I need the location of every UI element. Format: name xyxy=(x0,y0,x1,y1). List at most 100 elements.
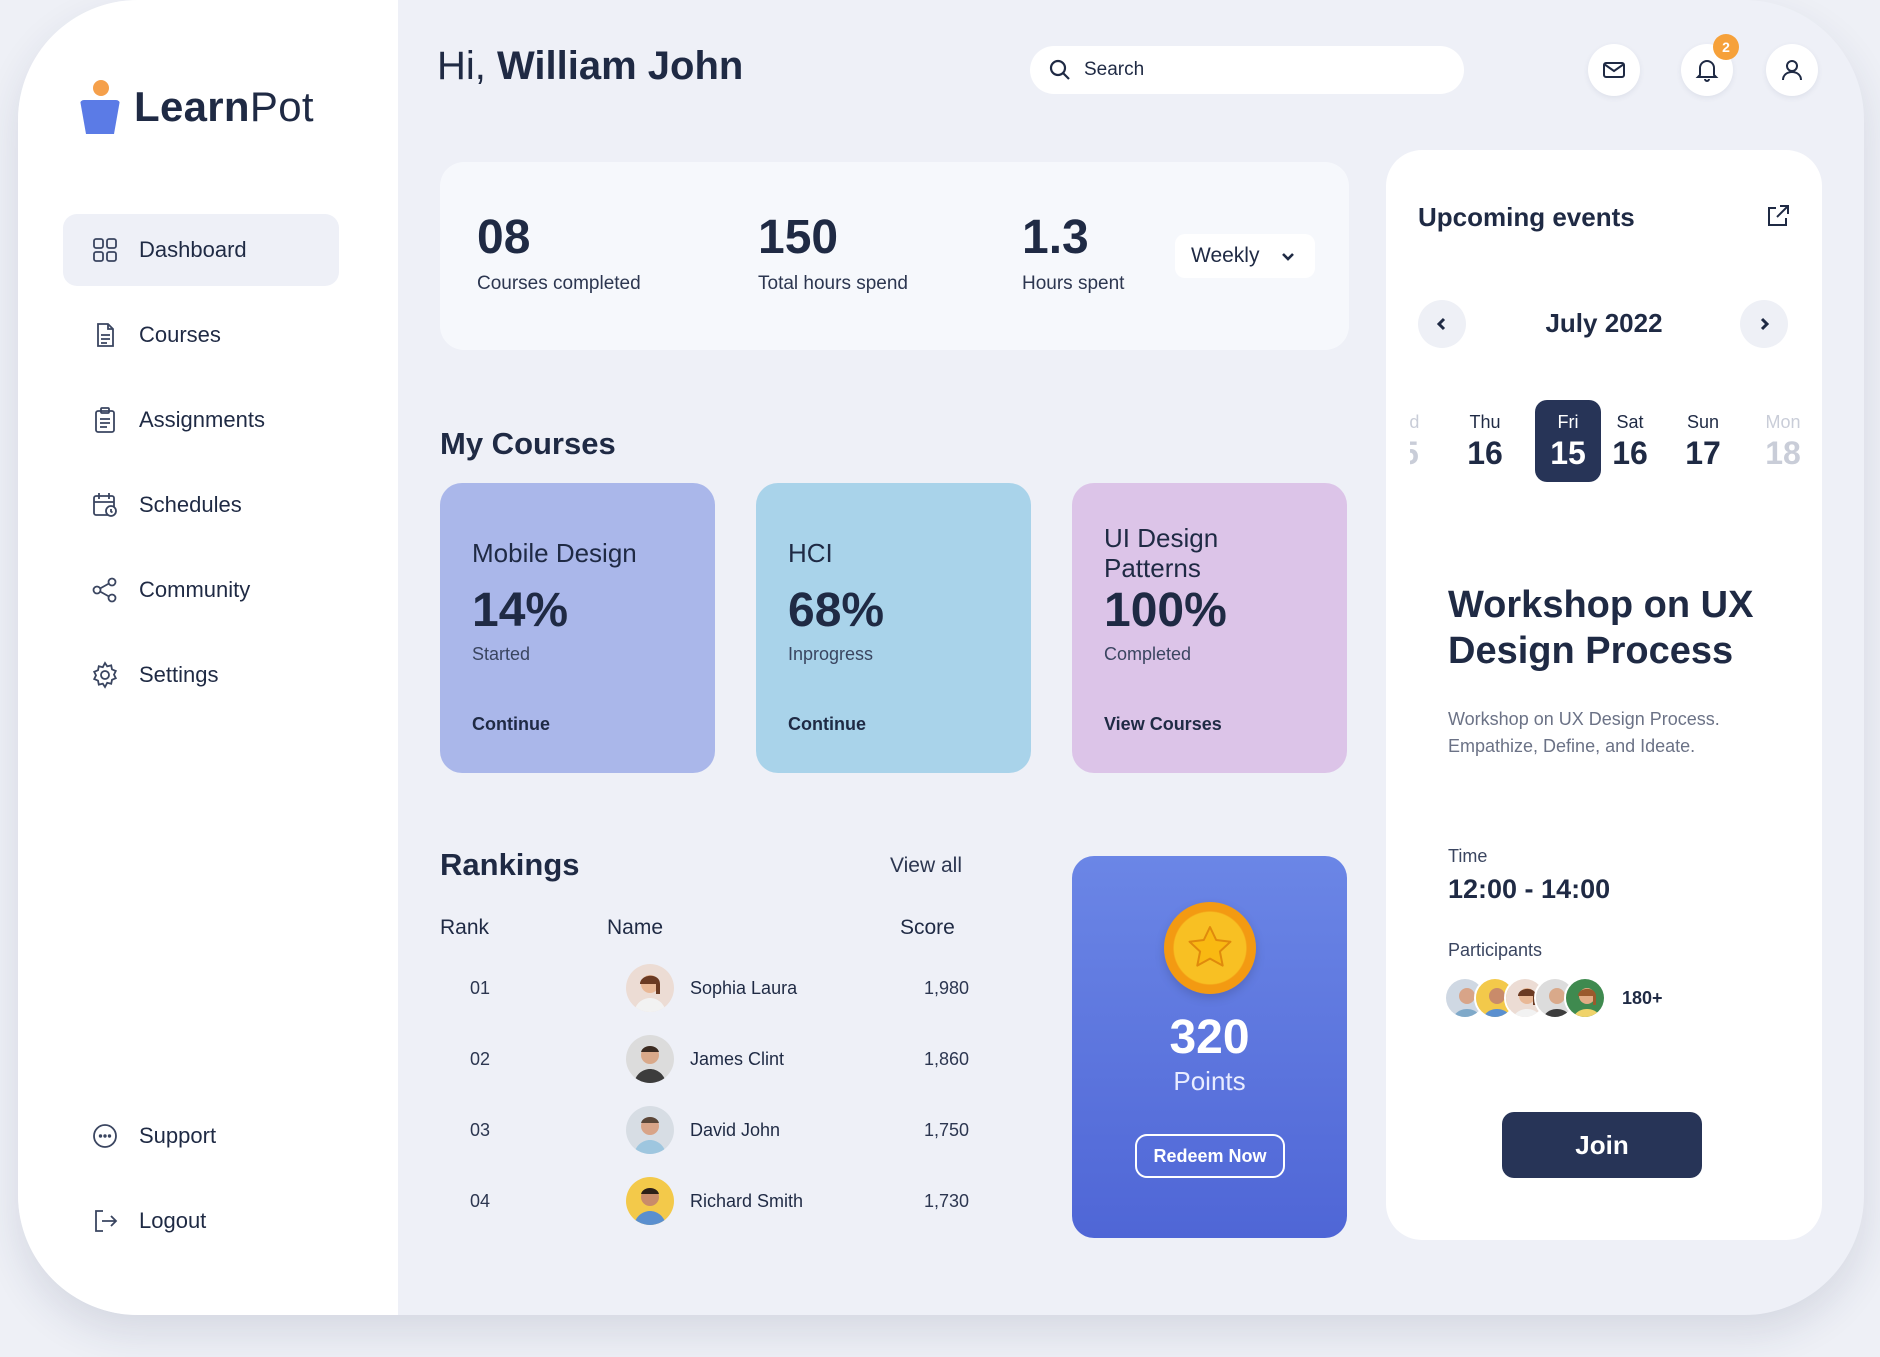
course-card[interactable]: Mobile Design 14% Started Continue xyxy=(440,483,715,773)
course-percent: 68% xyxy=(788,584,885,637)
name-cell: Sophia Laura xyxy=(690,978,798,998)
day-wed[interactable]: Wed 15 xyxy=(1410,400,1434,482)
day-mon[interactable]: Mon 18 xyxy=(1750,400,1806,482)
app-window: LearnPot Dashboard Courses Assignments S… xyxy=(18,0,1864,1315)
period-select[interactable]: Weekly xyxy=(1175,234,1315,278)
search-input[interactable] xyxy=(1084,59,1424,81)
stat-value: 150 xyxy=(758,211,839,264)
participants-avatars[interactable]: 180+ xyxy=(1444,976,1663,1020)
bell-icon xyxy=(1695,60,1719,82)
table-row[interactable]: 01 Sophia Laura 1,980 xyxy=(440,958,1000,1018)
notifications-button[interactable]: 2 xyxy=(1681,34,1739,96)
day-sat[interactable]: Sat 16 xyxy=(1597,400,1663,482)
course-name: UI Design Patterns xyxy=(1104,523,1219,583)
chevron-down-icon xyxy=(1282,253,1294,261)
avatar xyxy=(1564,977,1606,1019)
name-cell: James Clint xyxy=(690,1049,785,1069)
rank-cell: 01 xyxy=(470,978,491,998)
sidebar-item-label: Community xyxy=(139,577,251,602)
table-row[interactable]: 03 David John 1,750 xyxy=(440,1100,1000,1160)
page-title: Hi, William John xyxy=(437,44,744,88)
event-time: 12:00 - 14:00 xyxy=(1448,874,1611,904)
score-cell: 1,730 xyxy=(924,1191,970,1211)
sidebar-item-logout[interactable]: Logout xyxy=(63,1185,339,1257)
star-coin-icon xyxy=(1164,902,1256,994)
score-cell: 1,860 xyxy=(924,1049,970,1069)
sidebar-item-assignments[interactable]: Assignments xyxy=(63,384,339,456)
name-cell: Richard Smith xyxy=(690,1191,804,1211)
main-nav: Dashboard Courses Assignments Schedules xyxy=(63,214,339,724)
calendar-clock-icon xyxy=(91,491,119,519)
rank-cell: 02 xyxy=(470,1049,491,1069)
search-icon xyxy=(1049,59,1070,80)
score-cell: 1,750 xyxy=(924,1120,970,1140)
name-cell: David John xyxy=(690,1120,781,1140)
logo-icon xyxy=(80,80,120,134)
stat-courses-completed: 08 Courses completed xyxy=(477,210,641,295)
period-value: Weekly xyxy=(1191,244,1260,267)
sidebar: LearnPot Dashboard Courses Assignments S… xyxy=(18,0,398,1315)
next-month-button[interactable] xyxy=(1740,300,1788,348)
sidebar-item-settings[interactable]: Settings xyxy=(63,639,339,711)
stats-panel: 08 Courses completed 150 Total hours spe… xyxy=(440,162,1349,350)
day-strip: Wed 15 Thu 16 Fri 15 Sat 16 Sun 17 Mon 1… xyxy=(1410,400,1806,484)
logout-icon xyxy=(91,1207,119,1235)
view-all-link[interactable]: View all xyxy=(890,854,962,878)
event-description: Workshop on UX Design Process. Empathize… xyxy=(1448,709,1720,756)
join-button[interactable]: Join xyxy=(1502,1112,1702,1178)
score-cell: 1,980 xyxy=(924,978,970,998)
day-sun[interactable]: Sun 17 xyxy=(1670,400,1736,482)
continue-link[interactable]: Continue xyxy=(788,714,866,735)
avatar xyxy=(626,964,674,1012)
course-status: Started xyxy=(472,644,531,664)
sidebar-item-label: Support xyxy=(139,1123,217,1148)
event-title: Workshop on UX Design Process xyxy=(1448,584,1754,672)
sidebar-item-label: Courses xyxy=(139,322,221,347)
search-bar[interactable] xyxy=(1030,46,1464,94)
sidebar-item-community[interactable]: Community xyxy=(63,554,339,626)
day-fri[interactable]: Fri 15 xyxy=(1535,400,1601,482)
stat-total-hours: 150 Total hours spend xyxy=(758,210,908,295)
course-percent: 100% xyxy=(1104,584,1227,637)
mail-button[interactable] xyxy=(1588,44,1640,96)
table-row[interactable]: 02 James Clint 1,860 xyxy=(440,1029,1000,1089)
column-header-score: Score xyxy=(900,916,955,939)
sidebar-item-label: Settings xyxy=(139,662,219,687)
bottom-nav: Support Logout xyxy=(63,1100,339,1270)
course-status: Completed xyxy=(1104,644,1192,664)
events-panel: Upcoming events July 2022 Wed 15 Thu 16 … xyxy=(1386,150,1822,1240)
day-thu[interactable]: Thu 16 xyxy=(1452,400,1518,482)
stat-label: Total hours spend xyxy=(758,273,908,294)
rankings-title: Rankings xyxy=(440,847,580,882)
table-row[interactable]: 04 Richard Smith 1,730 xyxy=(440,1171,1000,1231)
stat-label: Courses completed xyxy=(477,273,641,294)
gear-icon xyxy=(91,661,119,689)
view-courses-link[interactable]: View Courses xyxy=(1104,714,1222,735)
continue-link[interactable]: Continue xyxy=(472,714,550,735)
chat-icon xyxy=(91,1122,119,1150)
logo[interactable]: LearnPot xyxy=(80,80,314,134)
sidebar-item-support[interactable]: Support xyxy=(63,1100,339,1172)
stat-hours-spent: 1.3 Hours spent xyxy=(1022,210,1124,295)
brand-name: LearnPot xyxy=(134,83,314,130)
course-card[interactable]: HCI 68% Inprogress Continue xyxy=(756,483,1031,773)
clipboard-icon xyxy=(91,406,119,434)
course-name: Mobile Design xyxy=(472,538,637,568)
points-label: Points xyxy=(1173,1066,1246,1096)
participants-count: 180+ xyxy=(1622,987,1663,1008)
rank-cell: 03 xyxy=(470,1120,491,1140)
stat-value: 08 xyxy=(477,211,531,264)
avatar xyxy=(626,1035,674,1083)
sidebar-item-courses[interactable]: Courses xyxy=(63,299,339,371)
share-icon xyxy=(91,576,119,604)
redeem-now-button[interactable]: Redeem Now xyxy=(1135,1134,1285,1178)
time-label: Time xyxy=(1448,846,1488,866)
sidebar-item-schedules[interactable]: Schedules xyxy=(63,469,339,541)
sidebar-item-dashboard[interactable]: Dashboard xyxy=(63,214,339,286)
course-status: Inprogress xyxy=(788,644,874,664)
mail-icon xyxy=(1603,62,1625,78)
course-card[interactable]: UI Design Patterns 100% Completed View C… xyxy=(1072,483,1347,773)
profile-button[interactable] xyxy=(1766,44,1818,96)
external-link-icon[interactable] xyxy=(1764,202,1792,230)
rank-cell: 04 xyxy=(470,1191,491,1211)
